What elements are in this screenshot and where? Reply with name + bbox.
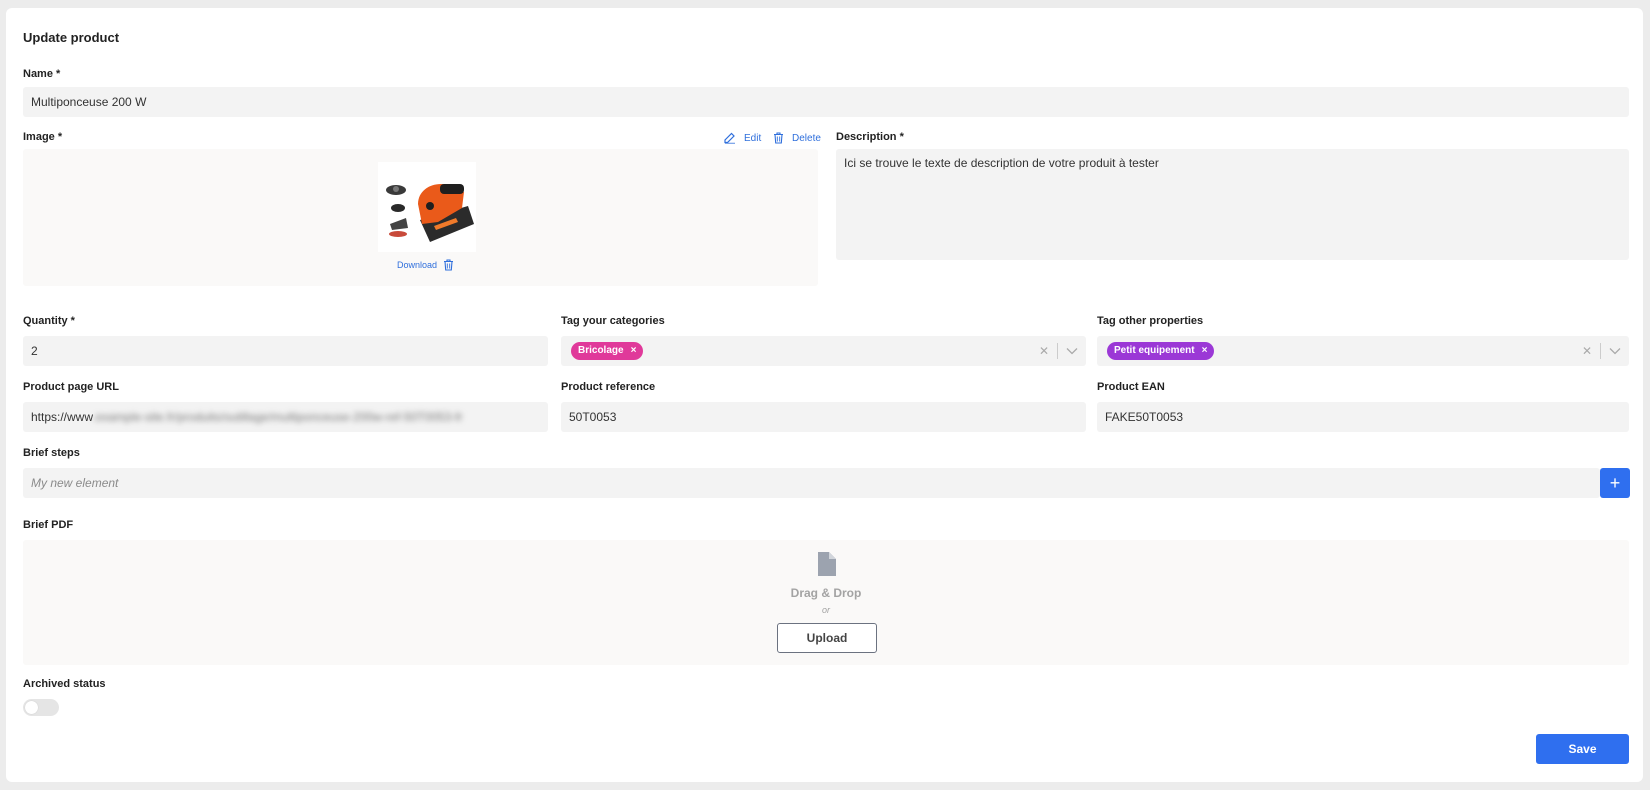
clear-icon[interactable]: ✕	[1582, 336, 1592, 366]
delete-label: Delete	[792, 132, 821, 144]
quantity-label: Quantity *	[23, 315, 75, 327]
brief-steps-label: Brief steps	[23, 447, 80, 459]
trash-icon	[774, 132, 783, 144]
description-label: Description *	[836, 131, 904, 143]
description-textarea[interactable]: Ici se trouve le texte de description de…	[836, 149, 1629, 260]
upload-button[interactable]: Upload	[777, 623, 877, 653]
category-tag-label: Bricolage	[578, 345, 624, 356]
properties-label: Tag other properties	[1097, 315, 1204, 327]
product-url-input[interactable]: https://www.example-site.fr/produits/out…	[23, 402, 548, 432]
update-product-card: Update product Name * Multiponceuse 200 …	[6, 8, 1643, 782]
select-separator	[1600, 343, 1601, 359]
remove-tag-icon[interactable]: ×	[1202, 336, 1208, 366]
category-tag: Bricolage ×	[571, 342, 644, 360]
categories-label: Tag your categories	[561, 315, 665, 327]
chevron-down-icon[interactable]	[1066, 347, 1078, 355]
sander-photo-icon	[386, 184, 474, 242]
trash-icon	[444, 259, 454, 271]
product-url-blurred: .example-site.fr/produits/outillage/mult…	[92, 410, 463, 424]
chevron-down-icon[interactable]	[1609, 347, 1621, 355]
pdf-dropzone[interactable]: Drag & Drop or Upload	[23, 540, 1629, 665]
image-edit-button[interactable]: Edit	[724, 132, 761, 144]
name-label: Name *	[23, 68, 61, 80]
property-tag: Petit equipement ×	[1107, 342, 1215, 360]
product-ean-input[interactable]: FAKE50T0053	[1097, 402, 1629, 432]
image-delete-button[interactable]: Delete	[773, 132, 821, 144]
product-url-label: Product page URL	[23, 381, 119, 393]
product-image	[378, 162, 476, 252]
product-ean-label: Product EAN	[1097, 381, 1165, 393]
quantity-input[interactable]: 2	[23, 336, 548, 366]
categories-select[interactable]: Bricolage × ✕	[561, 336, 1086, 366]
product-reference-input[interactable]: 50T0053	[561, 402, 1086, 432]
brief-steps-input[interactable]: My new element	[23, 468, 1600, 498]
toggle-knob	[25, 701, 38, 714]
drag-drop-text: Drag & Drop	[790, 586, 862, 600]
property-tag-label: Petit equipement	[1114, 345, 1195, 356]
properties-select[interactable]: Petit equipement × ✕	[1097, 336, 1629, 366]
image-label: Image *	[23, 131, 63, 143]
product-reference-label: Product reference	[561, 381, 656, 393]
clear-icon[interactable]: ✕	[1039, 336, 1049, 366]
or-text: or	[821, 605, 830, 615]
remove-tag-icon[interactable]: ×	[631, 336, 637, 366]
select-separator	[1057, 343, 1058, 359]
edit-label: Edit	[744, 132, 762, 144]
download-label: Download	[397, 260, 438, 270]
product-url-visible: https://www	[31, 410, 93, 424]
brief-pdf-label: Brief PDF	[23, 519, 74, 531]
image-preview-box: Download	[23, 149, 818, 286]
file-icon	[818, 552, 836, 576]
name-input[interactable]: Multiponceuse 200 W	[23, 87, 1629, 117]
edit-icon	[724, 132, 735, 144]
archived-toggle[interactable]	[23, 699, 59, 716]
archived-label: Archived status	[23, 678, 106, 690]
page-title: Update product	[23, 30, 120, 45]
categories-controls: ✕	[1039, 336, 1078, 366]
properties-controls: ✕	[1582, 336, 1621, 366]
image-download-button[interactable]: Download	[397, 259, 454, 271]
save-button[interactable]: Save	[1536, 734, 1629, 764]
add-step-button[interactable]: +	[1600, 468, 1630, 498]
